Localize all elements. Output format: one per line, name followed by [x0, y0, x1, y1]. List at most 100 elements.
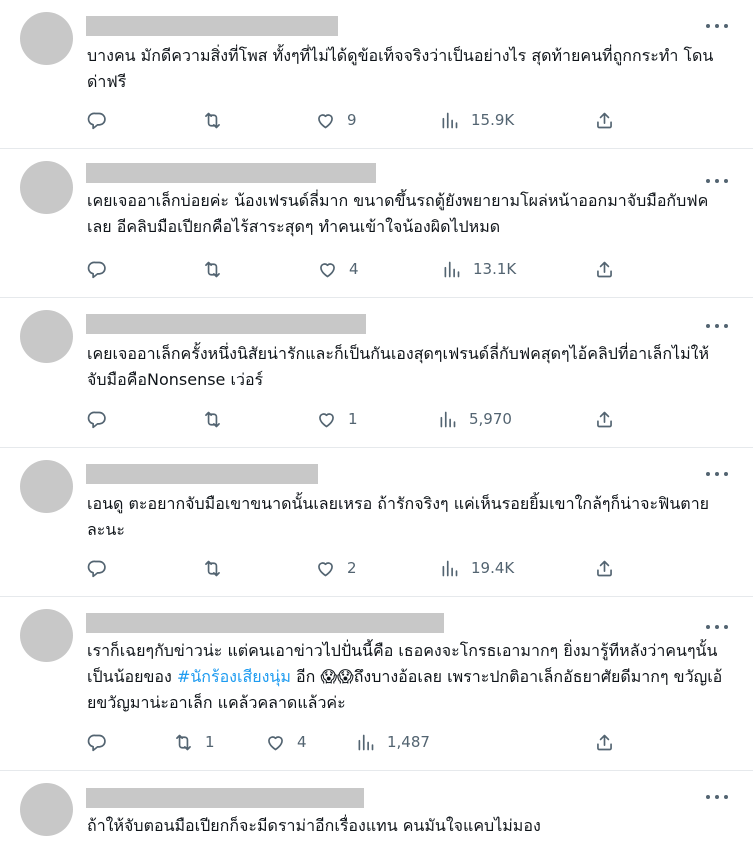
post-text-main: ถ้าให้จับตอนมือเปียกก็จะมีดราม่าอีกเรื่อ… [87, 816, 541, 835]
views-icon [442, 112, 458, 128]
avatar[interactable] [20, 609, 73, 662]
post-actions: 1 5,970 [87, 408, 627, 430]
like-count: 4 [349, 260, 359, 278]
share-icon [597, 411, 612, 427]
like-button[interactable]: 1 [316, 408, 358, 430]
share-button[interactable] [594, 731, 615, 753]
reply-button[interactable] [87, 731, 119, 753]
more-icon[interactable] [706, 468, 728, 480]
repost-button[interactable] [202, 109, 234, 131]
repost-icon [205, 112, 220, 128]
share-button[interactable] [594, 109, 615, 131]
post[interactable]: เคยเจออาเล็กบ่อยค่ะ น้องเฟรนด์ลี่มาก ขนา… [0, 149, 753, 298]
post-text: เอนดู ตะอยากจับมือเขาขนาดนั้นเลยเหรอ ถ้า… [87, 491, 723, 543]
repost-icon [176, 734, 191, 750]
redacted-username [86, 613, 444, 633]
more-icon[interactable] [706, 320, 728, 332]
views-button[interactable]: 19.4K [439, 557, 514, 579]
redacted-username [86, 788, 364, 808]
post[interactable]: เคยเจออาเล็กครั้งหนึ่งนิสัยน่ารักและก็เป… [0, 298, 753, 448]
redacted-username [86, 163, 376, 183]
views-icon [358, 734, 374, 750]
redacted-username [86, 314, 366, 334]
view-count: 15.9K [471, 111, 515, 129]
repost-button[interactable]: 1 [173, 731, 215, 753]
more-icon[interactable] [706, 175, 728, 187]
views-button[interactable]: 5,970 [437, 408, 512, 430]
reply-icon [87, 560, 106, 577]
post-text-main: เคยเจออาเล็กครั้งหนึ่งนิสัยน่ารักและก็เป… [87, 344, 709, 389]
avatar[interactable] [20, 12, 73, 65]
like-button[interactable]: 4 [317, 258, 359, 280]
reply-button[interactable] [87, 557, 119, 579]
reply-button[interactable] [87, 258, 119, 280]
avatar[interactable] [20, 161, 73, 214]
like-button[interactable]: 9 [315, 109, 357, 131]
share-icon [597, 261, 612, 277]
post[interactable]: ถ้าให้จับตอนมือเปียกก็จะมีดราม่าอีกเรื่อ… [0, 771, 753, 847]
repost-button[interactable] [202, 557, 234, 579]
share-icon [597, 112, 612, 128]
post-actions: 9 15.9K [87, 109, 627, 131]
repost-button[interactable] [202, 258, 234, 280]
post-text: เคยเจออาเล็กครั้งหนึ่งนิสัยน่ารักและก็เป… [87, 341, 723, 393]
post[interactable]: เอนดู ตะอยากจับมือเขาขนาดนั้นเลยเหรอ ถ้า… [0, 448, 753, 597]
like-count: 2 [347, 559, 357, 577]
post-text: บางคน มักดีความสิ่งที่โพส ทั้งๆที่ไม่ได้… [87, 43, 723, 95]
views-button[interactable]: 15.9K [439, 109, 514, 131]
share-button[interactable] [594, 258, 615, 280]
view-count: 1,487 [387, 733, 430, 751]
like-button[interactable]: 4 [265, 731, 307, 753]
post-text: เคยเจออาเล็กบ่อยค่ะ น้องเฟรนด์ลี่มาก ขนา… [87, 188, 723, 240]
views-button[interactable]: 1,487 [355, 731, 430, 753]
post-text-main: เอนดู ตะอยากจับมือเขาขนาดนั้นเลยเหรอ ถ้า… [87, 494, 710, 539]
view-count: 19.4K [471, 559, 515, 577]
redacted-username [86, 464, 318, 484]
post-text-main: เคยเจออาเล็กบ่อยค่ะ น้องเฟรนด์ลี่มาก ขนา… [87, 191, 709, 236]
hashtag-link[interactable]: #นักร้องเสียงนุ่ม [177, 667, 291, 686]
like-icon [318, 113, 333, 128]
avatar[interactable] [20, 783, 73, 836]
like-count: 9 [347, 111, 357, 129]
share-icon [597, 560, 612, 576]
repost-icon [205, 560, 220, 576]
post-text-main: บางคน มักดีความสิ่งที่โพส ทั้งๆที่ไม่ได้… [87, 46, 714, 91]
share-button[interactable] [594, 408, 615, 430]
more-icon[interactable] [706, 621, 728, 633]
views-icon [440, 411, 456, 427]
repost-icon [205, 411, 220, 427]
like-icon [268, 735, 283, 750]
repost-icon [205, 261, 220, 277]
avatar[interactable] [20, 310, 73, 363]
view-count: 5,970 [469, 410, 512, 428]
like-icon [318, 561, 333, 576]
reply-feed: บางคน มักดีความสิ่งที่โพส ทั้งๆที่ไม่ได้… [0, 0, 753, 847]
like-button[interactable]: 2 [315, 557, 357, 579]
share-button[interactable] [594, 557, 615, 579]
avatar[interactable] [20, 460, 73, 513]
reply-button[interactable] [87, 109, 119, 131]
post-text: ถ้าให้จับตอนมือเปียกก็จะมีดราม่าอีกเรื่อ… [87, 813, 723, 839]
like-icon [319, 412, 334, 427]
repost-button[interactable] [202, 408, 234, 430]
views-button[interactable]: 13.1K [441, 258, 516, 280]
more-icon[interactable] [706, 791, 728, 803]
more-icon[interactable] [706, 20, 728, 32]
reply-icon [87, 734, 106, 751]
views-icon [444, 261, 460, 277]
share-icon [597, 734, 612, 750]
view-count: 13.1K [473, 260, 517, 278]
post[interactable]: บางคน มักดีความสิ่งที่โพส ทั้งๆที่ไม่ได้… [0, 0, 753, 149]
post-actions: 4 13.1K [87, 258, 627, 280]
post[interactable]: เราก็เฉยๆกับข่าวน่ะ แต่คนเอาข่าวไปปั่นนี… [0, 597, 753, 771]
redacted-username [86, 16, 338, 36]
reply-icon [87, 112, 106, 129]
repost-count: 1 [205, 733, 215, 751]
reply-icon [87, 411, 106, 428]
like-icon [320, 262, 335, 277]
post-text: เราก็เฉยๆกับข่าวน่ะ แต่คนเอาข่าวไปปั่นนี… [87, 638, 723, 716]
reply-icon [87, 261, 106, 278]
reply-button[interactable] [87, 408, 119, 430]
like-count: 1 [348, 410, 358, 428]
like-count: 4 [297, 733, 307, 751]
